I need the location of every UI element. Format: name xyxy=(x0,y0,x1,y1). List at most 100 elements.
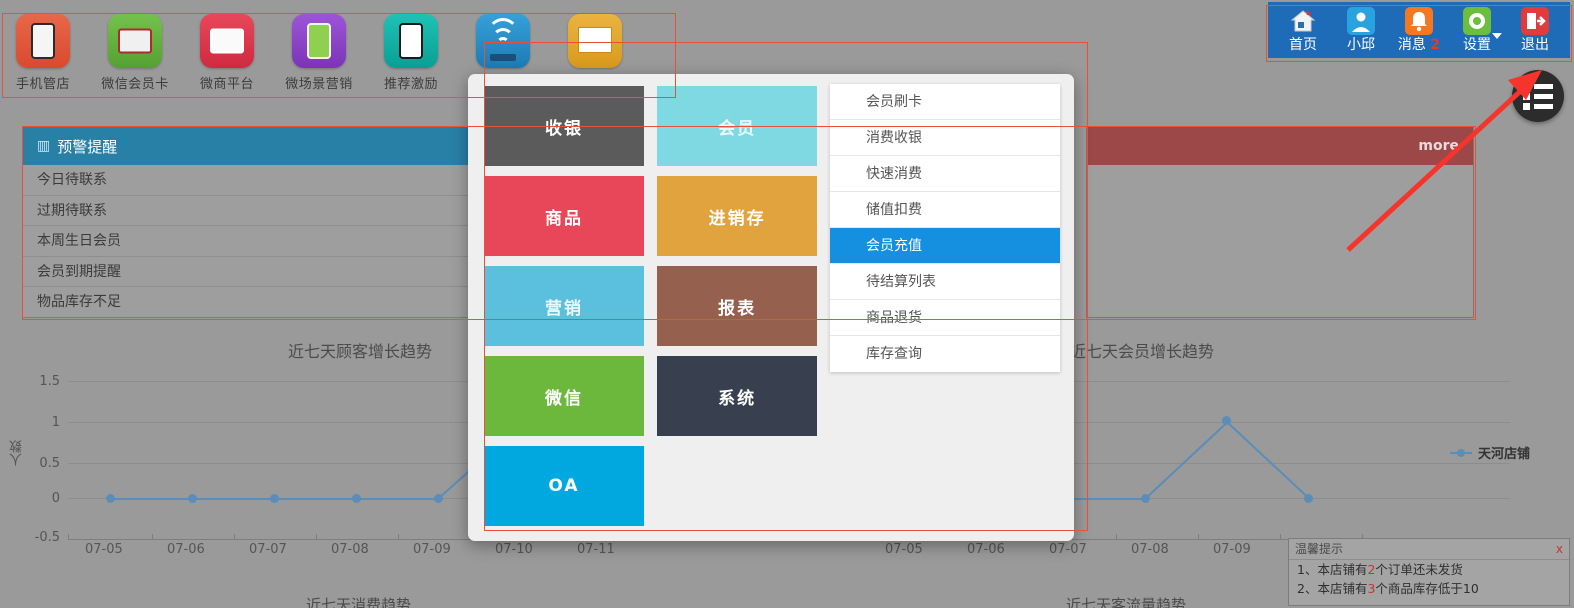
nav-label: 首页 xyxy=(1289,37,1317,53)
y-tick: 0.5 xyxy=(39,456,60,471)
list-icon xyxy=(1523,80,1553,113)
message-badge: 2 xyxy=(1430,37,1441,53)
y-tick: 0 xyxy=(51,491,60,506)
app-shortcut-label: 微信会员卡 xyxy=(101,77,169,92)
chevron-down-icon[interactable] xyxy=(1492,33,1502,39)
menu-tile-label: 会员 xyxy=(718,118,757,139)
menu-tile-label: 系统 xyxy=(718,388,757,409)
nav-item-home[interactable]: 首页 xyxy=(1274,6,1332,54)
menu-tile-label: 微信 xyxy=(545,388,583,409)
wechat-member-card-icon xyxy=(108,14,162,68)
app-shortcut-6[interactable] xyxy=(552,14,638,73)
chart-legend: 天河店铺 xyxy=(1450,443,1530,462)
app-shortcut-5[interactable] xyxy=(460,14,546,73)
menu-tile-label: 收银 xyxy=(545,118,583,139)
app-shortcut-2[interactable]: 微商平台 xyxy=(184,14,270,92)
tip-header: 温馨提示 x xyxy=(1289,539,1569,559)
data-point xyxy=(1222,416,1231,425)
data-point xyxy=(1304,494,1313,503)
nav-label: 小邱 xyxy=(1347,37,1375,53)
x-tick: 07-06 xyxy=(967,542,1005,557)
app-root: 手机管店 微信会员卡 微商平台 微场景营销 推荐激励 首页 小邱 消息 2 设置… xyxy=(0,0,1574,608)
bell-icon xyxy=(1405,7,1433,35)
series-segment xyxy=(356,498,438,500)
more-link[interactable]: more xyxy=(1418,138,1459,154)
nav-item-user[interactable]: 小邱 xyxy=(1332,6,1390,54)
x-tick: 07-08 xyxy=(331,542,369,557)
submenu-item-stock-query[interactable]: 库存查询 xyxy=(830,336,1060,372)
menu-tile-label: 报表 xyxy=(718,298,757,319)
y-tick: -0.5 xyxy=(34,530,60,545)
menu-list-toggle-button[interactable] xyxy=(1512,70,1564,122)
nav-item-messages[interactable]: 消息 2 xyxy=(1390,6,1448,54)
submenu-item-pending-settlement[interactable]: 待结算列表 xyxy=(830,264,1060,300)
submenu-item-goods-return[interactable]: 商品退货 xyxy=(830,300,1060,336)
alert-bars-icon: ▥ xyxy=(37,138,51,154)
home-icon xyxy=(1289,7,1317,35)
series-segment xyxy=(192,498,274,500)
x-tick: 07-09 xyxy=(413,542,451,557)
submenu-item-stored-value-deduct[interactable]: 储值扣费 xyxy=(830,192,1060,228)
menu-tile-label: 商品 xyxy=(545,208,583,229)
data-point xyxy=(106,494,115,503)
app-shortcut-0[interactable]: 手机管店 xyxy=(0,14,86,92)
tip-notification-box: 温馨提示 x 1、本店铺有2个订单还未发货 2、本店铺有3个商品库存低于10 xyxy=(1288,538,1570,606)
menu-tile-goods[interactable]: 商品 xyxy=(484,176,644,256)
report-chart-icon xyxy=(568,14,622,68)
submenu-item-member-recharge[interactable]: 会员充值 xyxy=(830,228,1060,264)
app-shortcut-label: 手机管店 xyxy=(15,77,70,92)
user-avatar-icon xyxy=(1347,7,1375,35)
menu-tile-grid: 收银 会员 商品 进销存 营销 报表 微信 系统 OA xyxy=(484,86,820,536)
app-shortcut-label: 微商平台 xyxy=(199,77,254,92)
menu-tile-system[interactable]: 系统 xyxy=(657,356,818,436)
menu-tile-reports[interactable]: 报表 xyxy=(657,266,818,346)
referral-reward-icon xyxy=(384,14,438,68)
menu-tile-marketing[interactable]: 营销 xyxy=(484,266,644,346)
menu-tile-cashier[interactable]: 收银 xyxy=(484,86,644,166)
y-tick: 1.5 xyxy=(39,374,60,389)
chart-title: 近七天会员增长趋势 xyxy=(1070,342,1215,361)
x-tick: 07-07 xyxy=(1049,542,1087,557)
submenu-item-quick-consume[interactable]: 快速消费 xyxy=(830,156,1060,192)
legend-label: 天河店铺 xyxy=(1478,447,1531,462)
menu-tile-wechat[interactable]: 微信 xyxy=(484,356,644,436)
menu-submenu-list: 会员刷卡 消费收银 快速消费 储值扣费 会员充值 待结算列表 商品退货 库存查询 xyxy=(830,84,1060,372)
app-shortcut-4[interactable]: 推荐激励 xyxy=(368,14,454,92)
app-shortcut-1[interactable]: 微信会员卡 xyxy=(92,14,178,92)
menu-tile-member[interactable]: 会员 xyxy=(657,86,818,166)
x-tick: 07-09 xyxy=(1213,542,1251,557)
scene-marketing-icon xyxy=(292,14,346,68)
menu-tile-oa[interactable]: OA xyxy=(484,446,644,526)
data-point xyxy=(352,494,361,503)
submenu-item-consume-cashier[interactable]: 消费收银 xyxy=(830,120,1060,156)
x-tick: 07-08 xyxy=(1131,542,1169,557)
secondary-panel: more xyxy=(1086,126,1474,318)
legend-marker-icon xyxy=(1450,448,1472,457)
y-tick: 1 xyxy=(51,415,60,430)
data-point xyxy=(188,494,197,503)
tip-body: 1、本店铺有2个订单还未发货 2、本店铺有3个商品库存低于10 xyxy=(1289,559,1569,598)
secondary-panel-header: more xyxy=(1087,127,1473,165)
data-point xyxy=(1141,494,1150,503)
mobile-store-icon xyxy=(16,14,70,68)
close-icon[interactable]: x xyxy=(1556,539,1563,559)
app-shortcut-3[interactable]: 微场景营销 xyxy=(276,14,362,92)
series-segment xyxy=(274,498,356,500)
gear-icon xyxy=(1463,7,1491,35)
x-tick: 07-05 xyxy=(885,542,923,557)
nav-item-logout[interactable]: 退出 xyxy=(1506,6,1564,54)
micro-business-icon xyxy=(200,14,254,68)
x-tick: 07-11 xyxy=(577,542,615,557)
nav-item-settings[interactable]: 设置 xyxy=(1448,6,1506,54)
menu-tile-label: 营销 xyxy=(545,298,583,319)
submenu-item-member-swipe[interactable]: 会员刷卡 xyxy=(830,84,1060,120)
logout-icon xyxy=(1521,7,1549,35)
series-segment xyxy=(1144,423,1227,500)
menu-tile-inventory[interactable]: 进销存 xyxy=(657,176,818,256)
series-segment xyxy=(110,498,192,500)
chart-title-consumption-trend: 近七天消费趋势 xyxy=(306,596,412,608)
data-point xyxy=(270,494,279,503)
app-shortcut-label: 微场景营销 xyxy=(285,77,353,92)
wifi-icon xyxy=(476,14,530,68)
top-navigation: 首页 小邱 消息 2 设置 退出 xyxy=(1268,2,1570,58)
